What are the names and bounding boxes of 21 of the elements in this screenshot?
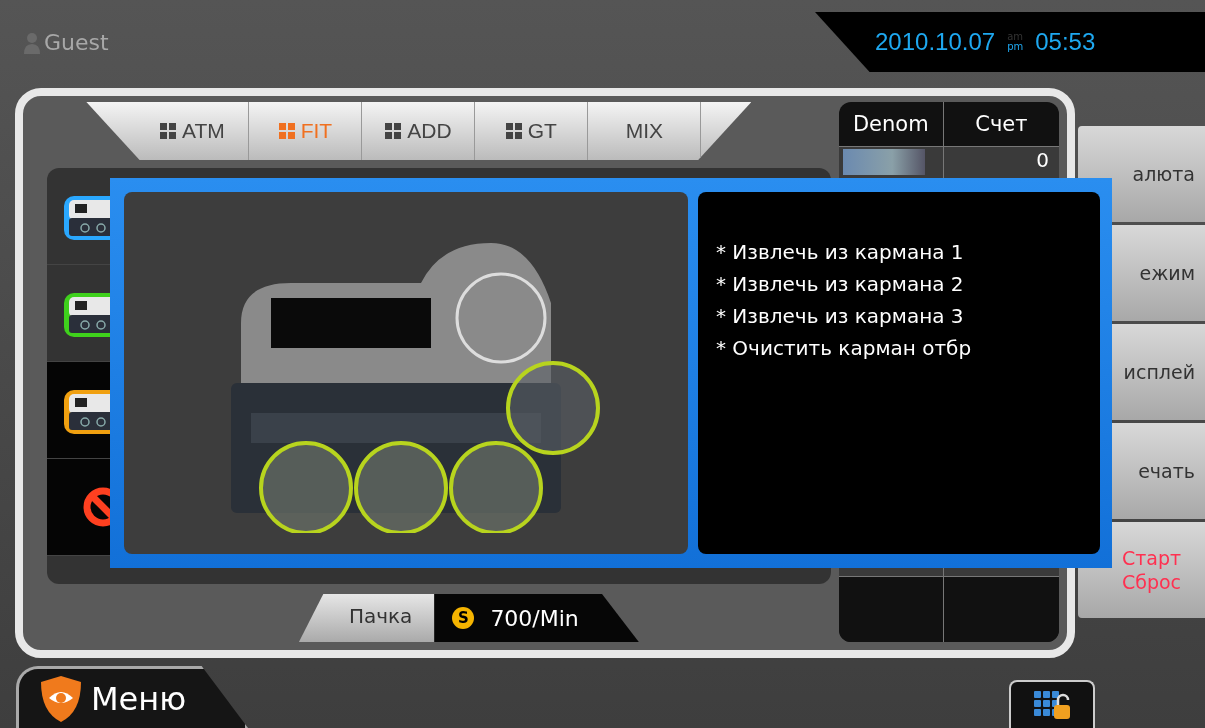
column-header: Denom [838, 102, 944, 146]
meridiem-label: pm [1007, 42, 1024, 52]
message-line: * Очистить карман отбр [716, 335, 973, 362]
time-text: 05:53 [1035, 28, 1096, 56]
speed-rate: 700/Min [490, 605, 579, 631]
speed-badge: S [452, 607, 475, 629]
mode-tab[interactable]: ATM [136, 102, 250, 160]
count-mode-label: Пачка [298, 594, 435, 642]
count-cell-text: 0 [1035, 147, 1050, 174]
mode-tab[interactable]: GT [475, 102, 589, 160]
message-line: * Извлечь из кармана 2 [716, 271, 965, 298]
keypad-lock-button[interactable] [1009, 680, 1095, 728]
mode-tab[interactable]: MIX [588, 102, 702, 160]
mode-tab[interactable]: ADD [362, 102, 476, 160]
message-line: * Извлечь из кармана 3 [716, 303, 965, 330]
user-name: Guest [44, 30, 109, 55]
date-text: 2010.10.07 [875, 28, 996, 56]
column-header: Счет [974, 111, 1029, 138]
message-line: * Извлечь из кармана 1 [716, 239, 965, 266]
menu-button[interactable]: Меню [16, 666, 248, 728]
eye-shield-icon [39, 673, 83, 724]
